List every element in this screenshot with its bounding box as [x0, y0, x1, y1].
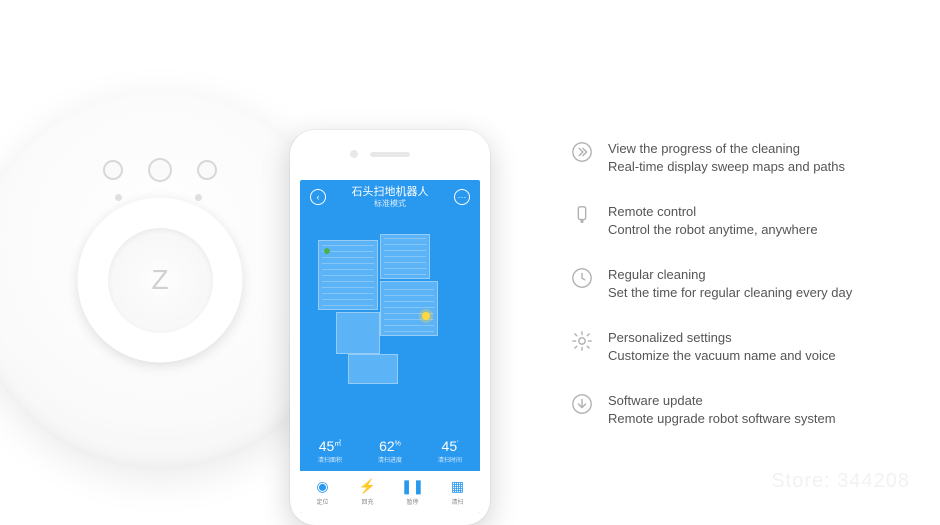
stat-progress: 62% 清扫进度 — [378, 438, 402, 464]
feature-text: Personalized settings Customize the vacu… — [608, 329, 836, 364]
feature-title: Remote control — [608, 203, 818, 221]
robot-logo: Z — [151, 264, 168, 296]
stat-unit: ㎡ — [334, 440, 341, 447]
stat-unit: ' — [457, 440, 458, 447]
robot-home-button — [103, 160, 123, 180]
download-icon — [570, 392, 594, 416]
app-title-text: 石头扫地机器人 — [352, 186, 429, 199]
feature-text: Remote control Control the robot anytime… — [608, 203, 818, 238]
grid-icon: ▦ — [450, 479, 466, 495]
stat-unit: % — [395, 440, 401, 447]
remote-icon — [570, 203, 594, 227]
feature-desc: Control the robot anytime, anywhere — [608, 221, 818, 239]
nav-label: 清扫 — [451, 497, 463, 506]
robot-sensor — [115, 194, 122, 201]
feature-list: View the progress of the cleaning Real-t… — [570, 140, 910, 427]
feature-desc: Remote upgrade robot software system — [608, 410, 836, 428]
stat-area: 45㎡ 清扫面积 — [318, 438, 342, 464]
feature-item-settings: Personalized settings Customize the vacu… — [570, 329, 910, 364]
stat-value: 62 — [379, 438, 395, 454]
app-bottom-nav: ◉ 定位 ⚡ 回充 ❚❚ 暂停 ▦ 清扫 — [300, 471, 480, 513]
nav-clean[interactable]: ▦ 清扫 — [435, 471, 480, 513]
room — [336, 312, 380, 354]
robot-lidar-ring: Z — [78, 198, 243, 363]
nav-locate[interactable]: ◉ 定位 — [300, 471, 345, 513]
clock-icon — [570, 266, 594, 290]
feature-text: Regular cleaning Set the time for regula… — [608, 266, 852, 301]
bolt-icon: ⚡ — [360, 479, 376, 495]
feature-desc: Real-time display sweep maps and paths — [608, 158, 845, 176]
floorplan — [318, 234, 458, 394]
nav-charge[interactable]: ⚡ 回充 — [345, 471, 390, 513]
stat-time: 45' 清扫时间 — [438, 438, 462, 464]
feature-title: Regular cleaning — [608, 266, 852, 284]
watermark: Store: 344208 — [771, 470, 910, 493]
app-subtitle: 标准模式 — [352, 199, 429, 209]
robot-position-icon — [422, 312, 430, 320]
app-header: ‹ 石头扫地机器人 标准模式 ⋯ — [300, 180, 480, 214]
room — [380, 281, 438, 336]
feature-item-remote: Remote control Control the robot anytime… — [570, 203, 910, 238]
feature-title: View the progress of the cleaning — [608, 140, 845, 158]
app-stats-bar: 45㎡ 清扫面积 62% 清扫进度 45' 清扫时间 — [300, 431, 480, 471]
feature-desc: Customize the vacuum name and voice — [608, 347, 836, 365]
back-icon[interactable]: ‹ — [310, 189, 326, 205]
smartphone-mockup: ‹ 石头扫地机器人 标准模式 ⋯ 45㎡ 清扫面积 — [290, 130, 490, 525]
robot-spot-button — [197, 160, 217, 180]
progress-icon — [570, 140, 594, 164]
nav-pause[interactable]: ❚❚ 暂停 — [390, 471, 435, 513]
nav-label: 暂停 — [406, 497, 418, 506]
stat-label: 清扫面积 — [318, 455, 342, 464]
stat-label: 清扫进度 — [378, 455, 402, 464]
nav-label: 定位 — [316, 497, 328, 506]
robot-center: Z — [108, 228, 213, 333]
feature-item-schedule: Regular cleaning Set the time for regula… — [570, 266, 910, 301]
cleaning-map[interactable] — [300, 214, 480, 431]
feature-text: View the progress of the cleaning Real-t… — [608, 140, 845, 175]
feature-desc: Set the time for regular cleaning every … — [608, 284, 852, 302]
room — [348, 354, 398, 384]
stat-value: 45 — [442, 438, 458, 454]
feature-text: Software update Remote upgrade robot sof… — [608, 392, 836, 427]
gear-icon — [570, 329, 594, 353]
phone-camera — [350, 150, 358, 158]
robot-sensor — [195, 194, 202, 201]
feature-title: Personalized settings — [608, 329, 836, 347]
stat-label: 清扫时间 — [438, 455, 462, 464]
pin-icon: ◉ — [315, 479, 331, 495]
app-title: 石头扫地机器人 标准模式 — [352, 186, 429, 209]
menu-icon[interactable]: ⋯ — [454, 189, 470, 205]
phone-speaker — [370, 152, 410, 157]
stat-value: 45 — [319, 438, 335, 454]
feature-item-update: Software update Remote upgrade robot sof… — [570, 392, 910, 427]
nav-label: 回充 — [361, 497, 373, 506]
pause-icon: ❚❚ — [405, 479, 421, 495]
room — [380, 234, 430, 279]
feature-title: Software update — [608, 392, 836, 410]
robot-button-row — [103, 160, 217, 184]
robot-power-button — [148, 158, 172, 182]
start-marker-icon — [324, 248, 330, 254]
app-screen: ‹ 石头扫地机器人 标准模式 ⋯ 45㎡ 清扫面积 — [300, 180, 480, 513]
feature-item-progress: View the progress of the cleaning Real-t… — [570, 140, 910, 175]
